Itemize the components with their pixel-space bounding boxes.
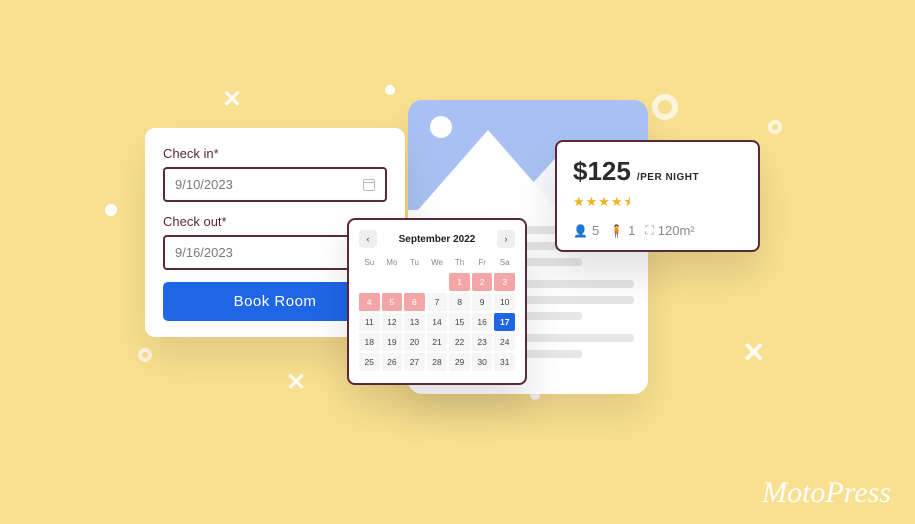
- calendar-title: September 2022: [399, 234, 476, 245]
- area-icon: ⛶: [645, 223, 653, 238]
- calendar-prev-button[interactable]: ‹: [359, 230, 377, 248]
- calendar-next-button[interactable]: ›: [497, 230, 515, 248]
- calendar-day[interactable]: 8: [449, 293, 470, 311]
- child-icon: 🧍: [609, 224, 624, 238]
- guests-meta: 👤 5: [573, 223, 599, 238]
- decor-plus: [286, 368, 306, 397]
- area-value: 120m²: [658, 223, 695, 238]
- price-card: $125 /PER NIGHT ★★★★⯨ 👤 5 🧍 1 ⛶ 120m²: [555, 140, 760, 252]
- calendar-day[interactable]: 23: [472, 333, 493, 351]
- calendar-day[interactable]: 25: [359, 353, 380, 371]
- decor-dot: [385, 85, 395, 95]
- calendar-popover: ‹ September 2022 › SuMoTuWeThFrSa1234567…: [347, 218, 527, 385]
- calendar-day[interactable]: 4: [359, 293, 380, 311]
- brand-logo: MotoPress: [762, 476, 891, 510]
- area-meta: ⛶ 120m²: [645, 223, 694, 238]
- calendar-day[interactable]: 15: [449, 313, 470, 331]
- calendar-day[interactable]: 22: [449, 333, 470, 351]
- calendar-day-blank: [382, 273, 403, 291]
- calendar-day[interactable]: 26: [382, 353, 403, 371]
- decor-ring: [768, 120, 782, 134]
- calendar-dow: Sa: [494, 256, 515, 271]
- calendar-dow: Su: [359, 256, 380, 271]
- checkin-input[interactable]: 9/10/2023: [163, 167, 387, 202]
- decor-ring: [652, 94, 678, 120]
- calendar-day[interactable]: 21: [427, 333, 448, 351]
- decor-ring: [138, 348, 152, 362]
- checkin-label: Check in*: [163, 146, 387, 161]
- calendar-dow: Fr: [472, 256, 493, 271]
- calendar-day[interactable]: 16: [472, 313, 493, 331]
- beds-value: 1: [628, 223, 635, 238]
- calendar-day[interactable]: 29: [449, 353, 470, 371]
- calendar-day[interactable]: 24: [494, 333, 515, 351]
- rating-stars: ★★★★⯨: [573, 193, 742, 215]
- calendar-day[interactable]: 31: [494, 353, 515, 371]
- calendar-day[interactable]: 13: [404, 313, 425, 331]
- calendar-dow: We: [427, 256, 448, 271]
- calendar-day[interactable]: 7: [427, 293, 448, 311]
- calendar-dow: Mo: [382, 256, 403, 271]
- calendar-day-blank: [427, 273, 448, 291]
- calendar-day[interactable]: 12: [382, 313, 403, 331]
- decor-dot: [105, 204, 117, 216]
- calendar-day[interactable]: 6: [404, 293, 425, 311]
- calendar-icon: [363, 179, 375, 191]
- calendar-day-blank: [404, 273, 425, 291]
- beds-meta: 🧍 1: [609, 223, 635, 238]
- decor-plus: [222, 85, 242, 114]
- calendar-day[interactable]: 3: [494, 273, 515, 291]
- calendar-day[interactable]: 2: [472, 273, 493, 291]
- calendar-day[interactable]: 5: [382, 293, 403, 311]
- calendar-day[interactable]: 14: [427, 313, 448, 331]
- calendar-day[interactable]: 19: [382, 333, 403, 351]
- calendar-day[interactable]: 1: [449, 273, 470, 291]
- calendar-day[interactable]: 28: [427, 353, 448, 371]
- checkin-value: 9/10/2023: [175, 177, 233, 192]
- calendar-day[interactable]: 20: [404, 333, 425, 351]
- calendar-day[interactable]: 9: [472, 293, 493, 311]
- price-amount: $125: [573, 156, 631, 187]
- calendar-day[interactable]: 11: [359, 313, 380, 331]
- calendar-day[interactable]: 27: [404, 353, 425, 371]
- checkout-value: 9/16/2023: [175, 245, 233, 260]
- calendar-day[interactable]: 17: [494, 313, 515, 331]
- calendar-day[interactable]: 30: [472, 353, 493, 371]
- calendar-day[interactable]: 18: [359, 333, 380, 351]
- guests-value: 5: [592, 223, 599, 238]
- calendar-dow: Th: [449, 256, 470, 271]
- decor-plus: [742, 336, 765, 369]
- price-unit: /PER NIGHT: [637, 172, 699, 183]
- calendar-day[interactable]: 10: [494, 293, 515, 311]
- calendar-dow: Tu: [404, 256, 425, 271]
- calendar-grid: SuMoTuWeThFrSa12345678910111213141516171…: [359, 256, 515, 371]
- person-icon: 👤: [573, 224, 588, 238]
- calendar-day-blank: [359, 273, 380, 291]
